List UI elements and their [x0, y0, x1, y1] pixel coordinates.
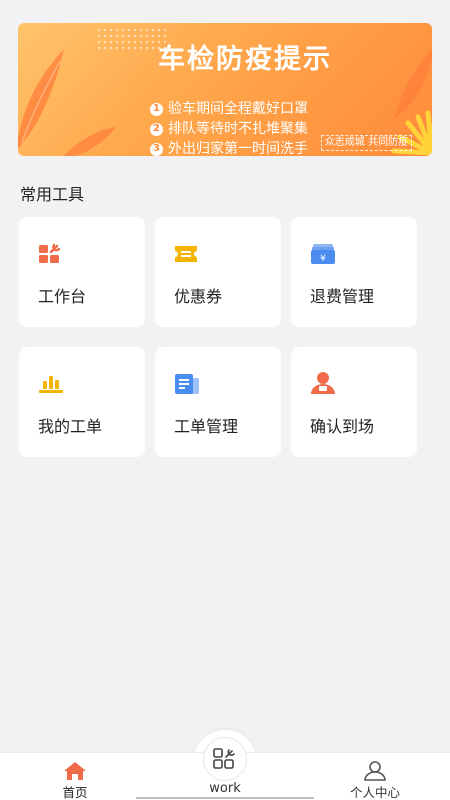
section-title: 常用工具 — [20, 185, 85, 204]
tool-label: 我的工单 — [38, 417, 103, 436]
tip-list: 1 验车期间全程戴好口罩 2 排队等待时不扎堆聚集 3 外出归家第一时间洗手 — [150, 99, 308, 156]
tip-text: 验车期间全程戴好口罩 — [168, 101, 308, 117]
tool-label: 优惠券 — [174, 287, 223, 306]
banner-title: 车检防疫提示 — [158, 44, 332, 75]
tip-number: 3 — [150, 142, 163, 156]
tip-text: 排队等待时不扎堆聚集 — [168, 121, 308, 137]
tab-work-label: work — [209, 781, 241, 796]
tool-card-confirm-arrival[interactable]: 确认到场 — [291, 347, 417, 457]
tool-card-my-orders[interactable]: 我的工单 — [19, 347, 145, 457]
tip-item: 1 验车期间全程戴好口罩 — [150, 99, 308, 119]
tip-item: 2 排队等待时不扎堆聚集 — [150, 119, 308, 139]
person-icon — [364, 761, 386, 781]
tool-card-order-management[interactable]: 工单管理 — [155, 347, 281, 457]
work-tools-icon — [213, 748, 235, 769]
tool-label: 确认到场 — [310, 417, 375, 436]
banner-slogan: 众志成城 共同防疫 — [320, 135, 412, 151]
coupon-icon — [175, 246, 197, 262]
tip-item: 3 外出归家第一时间洗手 — [150, 139, 308, 156]
epidemic-banner[interactable]: 车检防疫提示 1 验车期间全程戴好口罩 2 排队等待时不扎堆聚集 3 外出归家第… — [18, 23, 432, 156]
order-management-icon — [175, 374, 199, 394]
workbench-icon — [39, 243, 61, 263]
confirm-arrival-icon — [311, 372, 335, 394]
tool-label: 工作台 — [38, 287, 87, 306]
tool-card-refund[interactable]: ¥ 退费管理 — [291, 217, 417, 327]
tool-card-coupon[interactable]: 优惠券 — [155, 217, 281, 327]
tip-number: 1 — [150, 102, 163, 116]
tab-work-button[interactable] — [203, 737, 247, 781]
my-orders-icon — [39, 376, 63, 393]
home-icon — [64, 762, 86, 780]
home-indicator — [136, 797, 314, 799]
tool-label: 工单管理 — [174, 417, 239, 436]
leaf-decoration-bottom-left — [63, 127, 116, 156]
svg-text:¥: ¥ — [320, 254, 326, 264]
tip-number: 2 — [150, 122, 163, 136]
tool-card-workbench[interactable]: 工作台 — [19, 217, 145, 327]
refund-icon: ¥ — [311, 244, 335, 264]
tool-label: 退费管理 — [310, 287, 375, 306]
tip-text: 外出归家第一时间洗手 — [168, 141, 308, 156]
